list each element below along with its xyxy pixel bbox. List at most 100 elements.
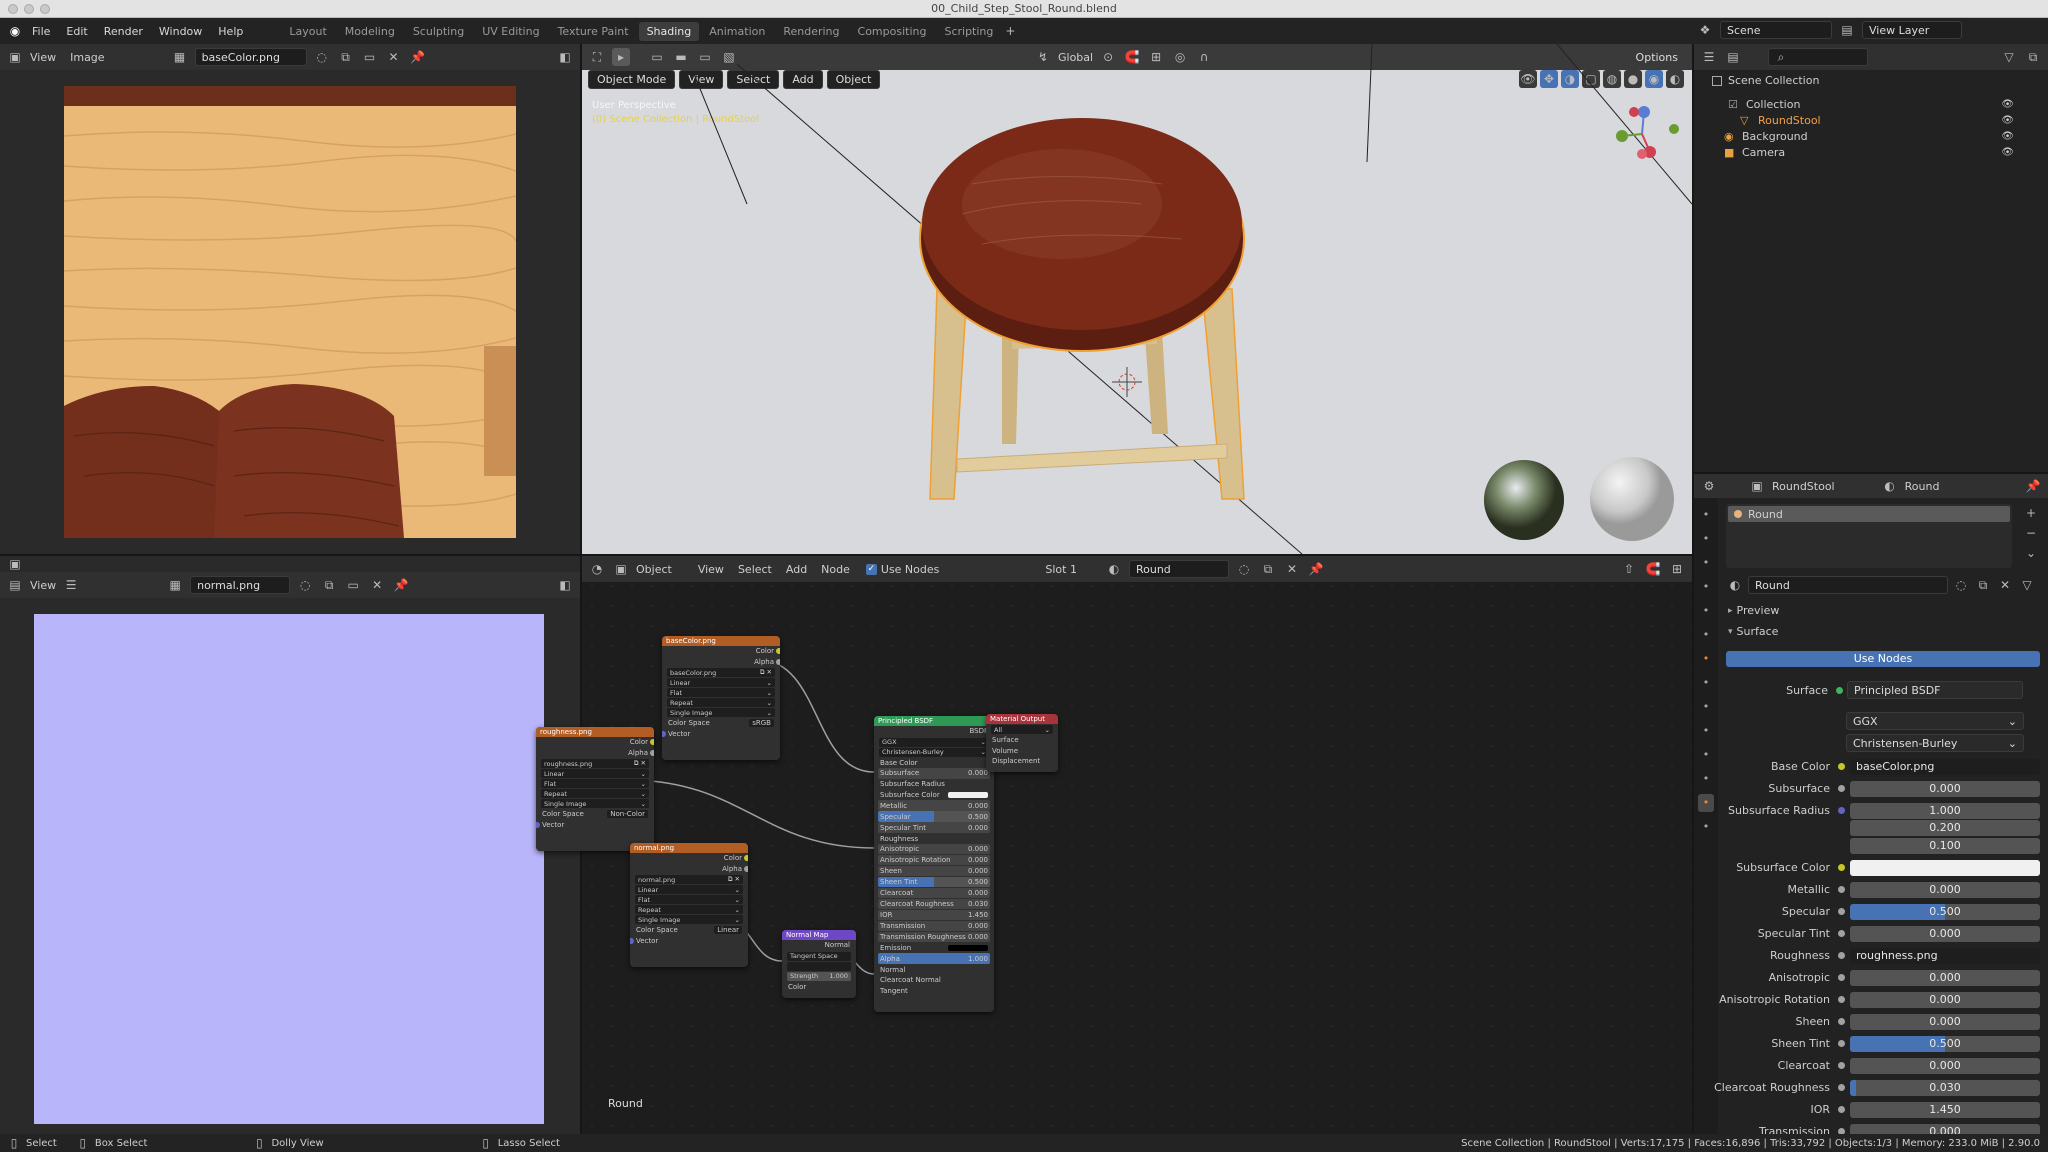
property-value-8[interactable]: 0.000 (1850, 925, 2040, 942)
image-file-field[interactable]: normal.png ⧉ ✕ (635, 875, 743, 884)
node-normal[interactable]: normal.png Color Alpha normal.png ⧉ ✕ Linear ⌄… (630, 843, 748, 967)
properties-tab-particles-icon[interactable]: • (1698, 698, 1714, 716)
property-value-7[interactable]: 0.500 (1850, 903, 2040, 920)
property-value-15[interactable]: 0.030 (1850, 1079, 2040, 1096)
add-workspace-icon[interactable]: + (1001, 22, 1019, 40)
property-value-4[interactable]: 0.100 (1850, 837, 2040, 854)
bsdf-input-base-color[interactable]: Base Color (878, 758, 990, 769)
properties-tab-render-icon[interactable]: • (1698, 530, 1714, 548)
property-value-10[interactable]: 0.000 (1850, 969, 2040, 986)
input-socket[interactable] (630, 937, 634, 944)
properties-tab-tool-icon[interactable]: • (1698, 506, 1714, 524)
bsdf-input-subsurface-color[interactable]: Subsurface Color (878, 790, 990, 801)
display-channels-icon[interactable]: ◧ (556, 48, 574, 66)
bsdf-input-tangent[interactable]: Tangent (878, 985, 990, 996)
outliner-item-collection[interactable]: ☑ Collection 👁 (1728, 98, 2014, 111)
output-socket[interactable] (776, 648, 780, 655)
output-socket[interactable] (650, 739, 654, 746)
hamburger-menu-icon[interactable]: ☰ (62, 576, 80, 594)
view-layer-icon[interactable]: ▤ (1838, 21, 1856, 39)
node-dropdown-interp[interactable]: Linear ⌄ (541, 769, 649, 778)
property-value-9[interactable]: roughness.png (1850, 947, 2040, 964)
menu-render[interactable]: Render (104, 25, 143, 38)
tab-uv-editing[interactable]: UV Editing (474, 22, 547, 41)
output-socket[interactable] (744, 865, 748, 872)
editor-type-icon[interactable]: ▣ (6, 555, 24, 573)
properties-tab-scene-icon[interactable]: • (1698, 602, 1714, 620)
node-roughness[interactable]: roughness.png Color Alpha roughness.png ⧉ ✕ L… (536, 727, 654, 851)
bsdf-input-clearcoat-roughness[interactable]: Clearcoat Roughness 0.030 (878, 898, 990, 910)
menu-window[interactable]: Window (159, 25, 202, 38)
close-icon[interactable]: ✕ (1996, 576, 2014, 594)
color-space-dropdown[interactable]: sRGB (749, 719, 774, 728)
bsdf-dropdown-sss[interactable]: Christensen-Burley ⌄ (879, 747, 989, 757)
duplicate-icon[interactable]: ⧉ (320, 576, 338, 594)
bsdf-input-sheen[interactable]: Sheen 0.000 (878, 865, 990, 877)
output-target-dropdown[interactable]: All ⌄ (991, 725, 1053, 734)
image-file-field[interactable]: baseColor.png (194, 48, 307, 66)
surface-panel-header[interactable]: ▾ Surface (1728, 625, 1778, 638)
outliner-root[interactable]: Scene Collection (1712, 74, 1819, 87)
space-dropdown[interactable]: Tangent Space (787, 951, 851, 961)
close-icon[interactable]: ✕ (385, 48, 403, 66)
shield-icon[interactable]: ◌ (1952, 576, 1970, 594)
visibility-eye-icon[interactable]: 👁 (2001, 115, 2014, 126)
image-menu[interactable]: Image (70, 51, 104, 64)
blender-logo-icon[interactable]: ◉ (6, 22, 24, 40)
image-browse-icon[interactable]: ▦ (171, 48, 189, 66)
scene-field[interactable]: Scene (1720, 21, 1832, 39)
tab-sculpting[interactable]: Sculpting (405, 22, 472, 41)
image-file-field[interactable]: baseColor.png ⧉ ✕ (667, 668, 775, 677)
scene-icon[interactable]: ❖ (1696, 21, 1714, 39)
uv-map-field[interactable] (787, 961, 851, 971)
properties-tab-modifier-icon[interactable]: • (1698, 674, 1714, 692)
bsdf-input-subsurface[interactable]: Subsurface 0.000 (878, 768, 990, 779)
node-dropdown-interp[interactable]: Linear ⌄ (667, 678, 775, 687)
distribution-dropdown[interactable]: GGX ⌄ (1846, 712, 2024, 730)
bsdf-input-specular[interactable]: Specular 0.500 (878, 811, 990, 822)
use-nodes-button[interactable]: Use Nodes (1726, 651, 2040, 667)
bsdf-input-subsurface-radius[interactable]: Subsurface Radius (878, 779, 990, 790)
properties-tab-view-layer-icon[interactable]: • (1698, 578, 1714, 596)
output-socket[interactable] (650, 749, 654, 756)
bsdf-dropdown-dist[interactable]: GGX ⌄ (879, 737, 989, 747)
color-space-dropdown[interactable]: Linear (714, 926, 742, 935)
properties-tab-output-icon[interactable]: • (1698, 554, 1714, 572)
node-dropdown-src[interactable]: Single Image ⌄ (541, 799, 649, 808)
node-dropdown-proj[interactable]: Flat ⌄ (635, 895, 743, 904)
bsdf-input-clearcoat[interactable]: Clearcoat 0.000 (878, 887, 990, 899)
tab-layout[interactable]: Layout (281, 22, 334, 41)
node-dropdown-interp[interactable]: Linear ⌄ (635, 885, 743, 894)
material-name-field[interactable]: Round (1748, 576, 1948, 594)
shield-icon[interactable]: ◌ (296, 576, 314, 594)
node-dropdown-ext[interactable]: Repeat ⌄ (541, 789, 649, 798)
pin-icon[interactable]: 📌 (409, 48, 427, 66)
3d-viewport[interactable]: ⛶ ▸ ▭ ▬ ▭ ▧ ↯ Global ⊙ 🧲 ⊞ ◎ ∩ Options O… (582, 44, 1692, 554)
node-basecolor[interactable]: baseColor.png Color Alpha baseColor.png ⧉ ✕ L… (662, 636, 780, 760)
pin-icon[interactable]: 📌 (392, 576, 410, 594)
properties-tab-world-icon[interactable]: • (1698, 626, 1714, 644)
tab-animation[interactable]: Animation (701, 22, 773, 41)
menu-help[interactable]: Help (218, 25, 243, 38)
node-material-output[interactable]: Material Output All ⌄ Surface Volume Displace… (986, 714, 1058, 772)
material-slot-item[interactable]: Round (1728, 506, 2010, 522)
folder-icon[interactable]: ▭ (344, 576, 362, 594)
property-value-14[interactable]: 0.000 (1850, 1057, 2040, 1074)
bsdf-input-transmission-roughness[interactable]: Transmission Roughness 0.000 (878, 931, 990, 943)
bsdf-input-clearcoat-normal[interactable]: Clearcoat Normal (878, 975, 990, 986)
link-type-icon[interactable]: ▽ (2018, 576, 2036, 594)
add-slot-icon[interactable]: + (2022, 504, 2040, 522)
slot-specials-icon[interactable]: ⌄ (2022, 544, 2040, 562)
properties-tab-physics-icon[interactable]: • (1698, 722, 1714, 740)
display-channels-icon[interactable]: ◧ (556, 576, 574, 594)
bsdf-input-transmission[interactable]: Transmission 0.000 (878, 920, 990, 932)
input-socket[interactable] (536, 821, 540, 828)
view-menu[interactable]: View (30, 51, 56, 64)
property-value-3[interactable]: 0.200 (1850, 820, 2040, 836)
strength-field[interactable]: Strength 1.000 (787, 971, 851, 981)
outliner-item-background[interactable]: ◉ Background 👁 (1724, 130, 2014, 143)
input-socket[interactable] (662, 730, 666, 737)
tab-scripting[interactable]: Scripting (936, 22, 1001, 41)
tab-rendering[interactable]: Rendering (775, 22, 847, 41)
outliner-item-roundstool[interactable]: ▽ RoundStool 👁 (1740, 114, 2014, 127)
